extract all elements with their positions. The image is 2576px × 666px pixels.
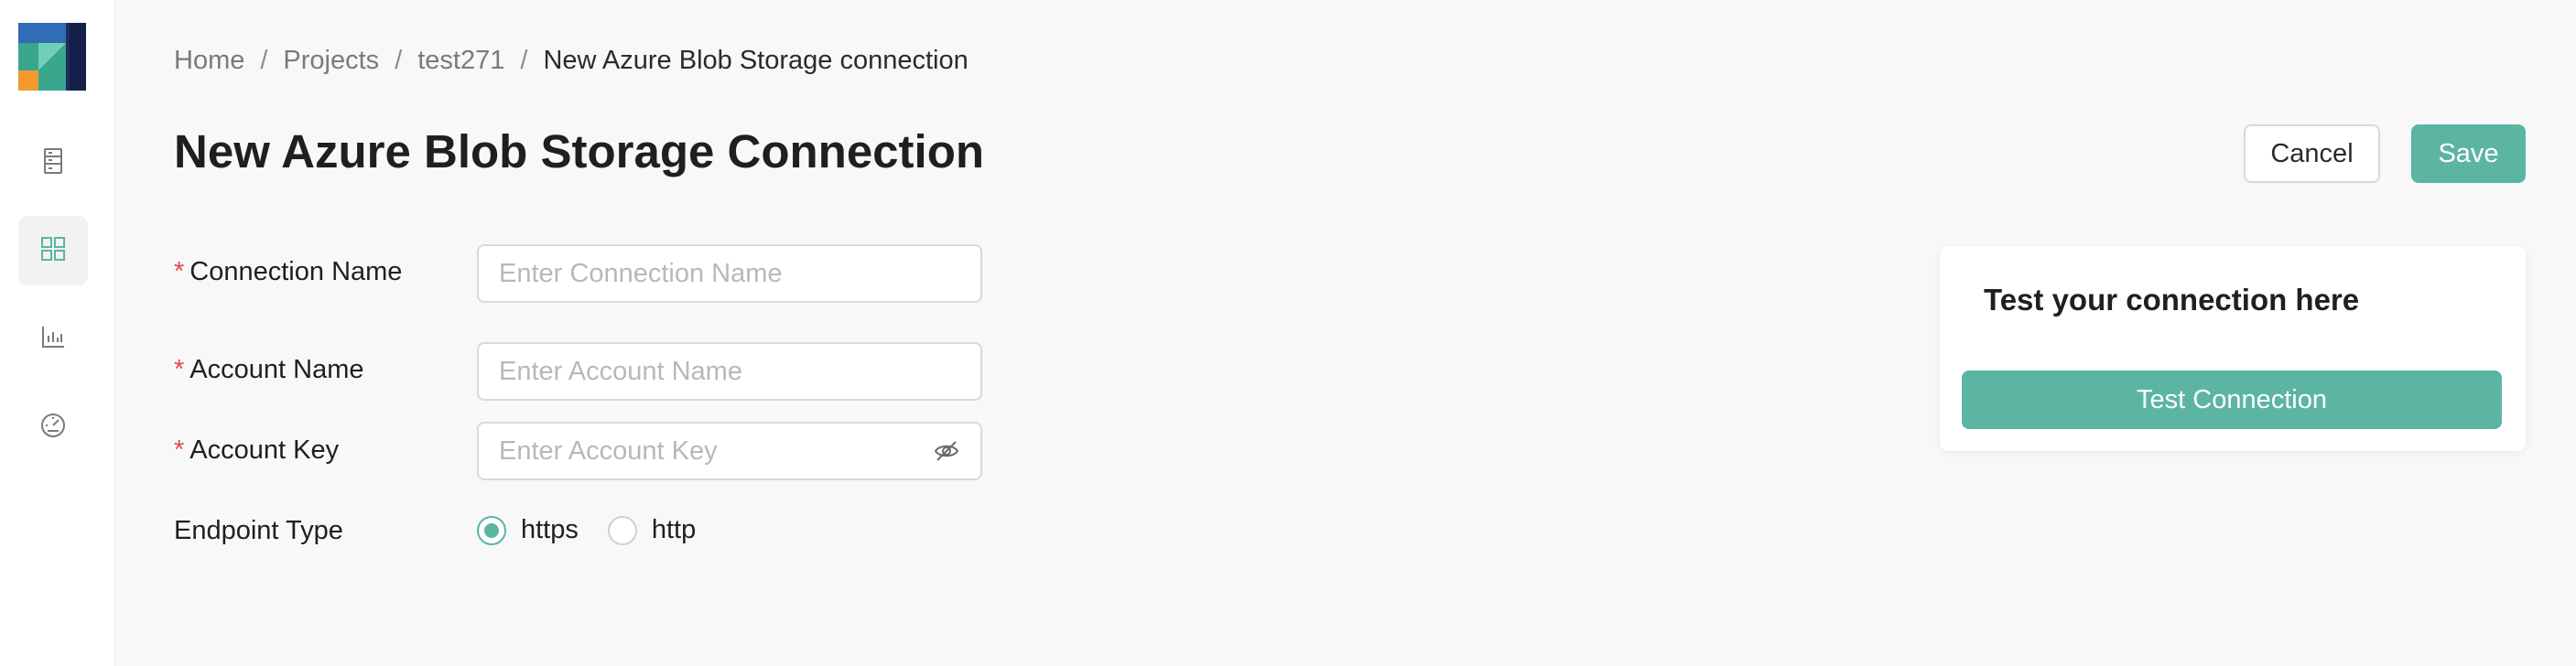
breadcrumb-home[interactable]: Home <box>174 46 244 76</box>
test-connection-panel: Test your connection here Test Connectio… <box>1940 246 2526 451</box>
required-marker: * <box>174 355 185 384</box>
radio-label-https: https <box>521 515 579 544</box>
account-name-input[interactable] <box>499 356 960 387</box>
radio-http[interactable] <box>607 515 637 545</box>
account-name-label: * Account Name <box>174 355 364 385</box>
breadcrumb-separator: / <box>395 46 403 75</box>
bar-chart-icon <box>38 322 68 356</box>
account-key-label: * Account Key <box>174 435 339 466</box>
account-key-input[interactable] <box>499 435 933 467</box>
server-icon <box>38 146 68 180</box>
eye-slash-icon[interactable] <box>933 437 960 465</box>
breadcrumb-project[interactable]: test271 <box>417 46 504 76</box>
radio-https[interactable] <box>477 515 506 545</box>
test-panel-title: Test your connection here <box>1984 283 2360 317</box>
connection-name-label-text: Connection Name <box>189 257 403 286</box>
save-button[interactable]: Save <box>2411 124 2526 183</box>
endpoint-option-http[interactable]: http <box>607 515 697 545</box>
app-logo[interactable] <box>18 23 86 91</box>
connection-name-field[interactable] <box>477 244 982 303</box>
connection-name-label: * Connection Name <box>174 257 402 287</box>
sidebar-item-projects[interactable] <box>18 216 88 285</box>
connection-name-input[interactable] <box>499 258 960 289</box>
endpoint-type-label: Endpoint Type <box>174 516 343 545</box>
sidebar-item-monitoring[interactable] <box>18 392 88 461</box>
breadcrumb-projects[interactable]: Projects <box>283 46 379 76</box>
breadcrumb-separator: / <box>260 46 268 75</box>
account-name-label-text: Account Name <box>189 355 364 384</box>
account-name-field[interactable] <box>477 342 982 401</box>
endpoint-option-https[interactable]: https <box>477 515 579 545</box>
sidebar-item-analytics[interactable] <box>18 304 88 373</box>
breadcrumb-separator: / <box>520 46 528 75</box>
required-marker: * <box>174 435 185 465</box>
required-marker: * <box>174 257 185 286</box>
account-key-field[interactable] <box>477 422 982 480</box>
grid-icon <box>38 234 68 268</box>
app-window: Home / Projects / test271 / New Azure Bl… <box>0 0 2576 666</box>
breadcrumb: Home / Projects / test271 / New Azure Bl… <box>174 46 969 76</box>
test-connection-button[interactable]: Test Connection <box>1962 371 2502 429</box>
account-key-label-text: Account Key <box>189 435 340 465</box>
gauge-icon <box>38 410 68 444</box>
sidebar <box>0 0 115 666</box>
sidebar-item-sources[interactable] <box>18 128 88 198</box>
radio-label-http: http <box>651 515 697 544</box>
breadcrumb-current: New Azure Blob Storage connection <box>543 46 969 75</box>
cancel-button[interactable]: Cancel <box>2244 124 2380 183</box>
endpoint-type-radio-group: https http <box>477 515 725 545</box>
page-title: New Azure Blob Storage Connection <box>174 125 985 177</box>
